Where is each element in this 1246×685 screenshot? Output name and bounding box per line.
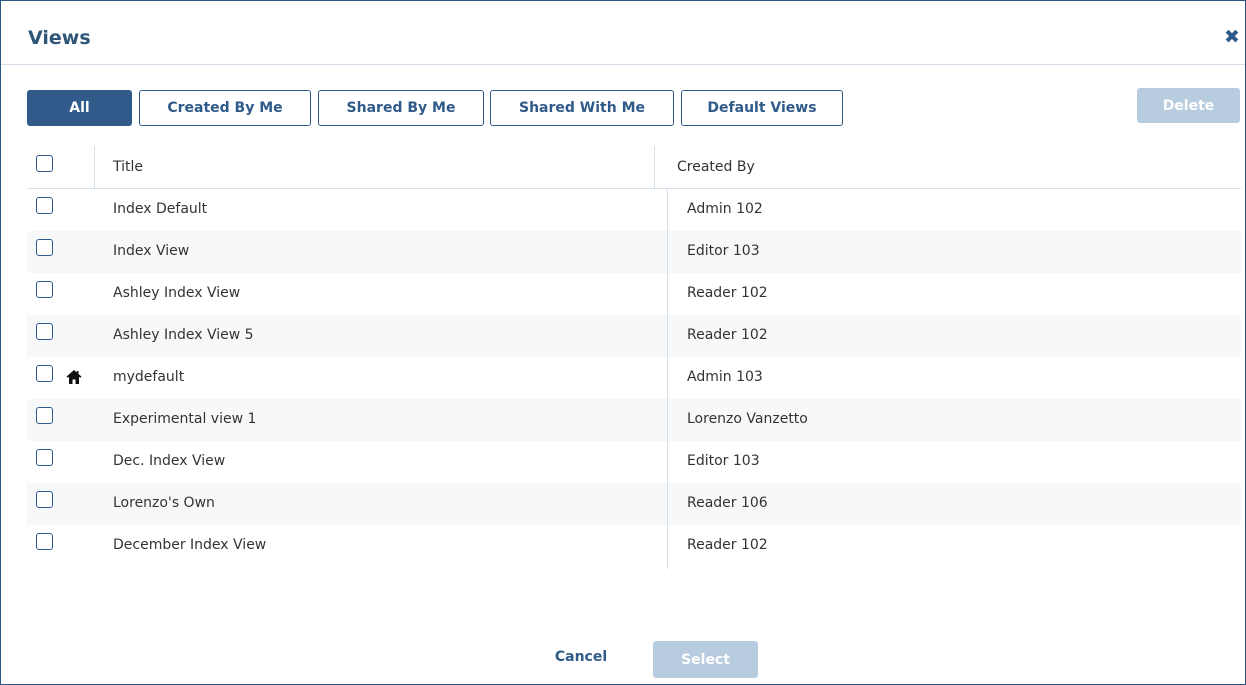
table-row[interactable]: Ashley Index View Reader 102 [27,273,1241,315]
column-header-created-by[interactable]: Created By [677,159,755,175]
table-row[interactable]: mydefault Admin 103 [27,357,1241,399]
views-dialog: Views ✖ All Created By Me Shared By Me S… [0,0,1246,685]
close-icon[interactable]: ✖ [1224,28,1240,47]
table-row[interactable]: Index View Editor 103 [27,231,1241,273]
cell-created-by: Editor 103 [687,453,760,469]
delete-button[interactable]: Delete [1137,88,1240,123]
filter-shared-with-me-button[interactable]: Shared With Me [490,90,674,126]
select-all-checkbox[interactable] [36,155,53,172]
row-checkbox[interactable] [36,449,53,466]
row-checkbox[interactable] [36,491,53,508]
cell-created-by: Reader 102 [687,327,768,343]
cancel-button[interactable]: Cancel [539,649,623,673]
dialog-title: Views [28,27,91,49]
column-header-title[interactable]: Title [113,159,143,175]
table-row[interactable]: Index Default Admin 102 [27,189,1241,231]
filter-created-by-me-button[interactable]: Created By Me [139,90,311,126]
cell-created-by: Editor 103 [687,243,760,259]
table-row[interactable]: Experimental view 1 Lorenzo Vanzetto [27,399,1241,441]
cell-created-by: Lorenzo Vanzetto [687,411,808,427]
cell-title: Dec. Index View [113,453,226,469]
cell-title: Index View [113,243,190,259]
table-row[interactable]: Dec. Index View Editor 103 [27,441,1241,483]
cell-title: Lorenzo's Own [113,495,215,511]
row-checkbox[interactable] [36,239,53,256]
table-row[interactable]: December Index View Reader 102 [27,525,1241,567]
row-checkbox[interactable] [36,533,53,550]
home-icon [66,370,82,384]
views-table: Title Created By Index Default Admin 102… [27,146,1241,567]
cell-title: Experimental view 1 [113,411,257,427]
cell-title: Index Default [113,201,208,217]
cell-created-by: Reader 102 [687,537,768,553]
row-checkbox[interactable] [36,365,53,382]
cell-created-by: Reader 102 [687,285,768,301]
cell-created-by: Reader 106 [687,495,768,511]
row-checkbox[interactable] [36,323,53,340]
dialog-footer: Cancel Select [1,641,1245,681]
column-divider [654,146,655,188]
filter-default-views-button[interactable]: Default Views [681,90,843,126]
row-checkbox[interactable] [36,407,53,424]
cell-title: December Index View [113,537,267,553]
cell-title: mydefault [113,369,185,385]
cell-created-by: Admin 103 [687,369,763,385]
table-header: Title Created By [27,146,1241,189]
filter-shared-by-me-button[interactable]: Shared By Me [318,90,484,126]
cell-title: Ashley Index View 5 [113,327,254,343]
table-row[interactable]: Lorenzo's Own Reader 106 [27,483,1241,525]
table-row[interactable]: Ashley Index View 5 Reader 102 [27,315,1241,357]
row-checkbox[interactable] [36,281,53,298]
dialog-header: Views ✖ [1,1,1245,65]
column-divider [667,189,668,569]
filter-all-button[interactable]: All [27,90,132,126]
cell-title: Ashley Index View [113,285,241,301]
column-divider [94,146,95,188]
row-checkbox[interactable] [36,197,53,214]
cell-created-by: Admin 102 [687,201,763,217]
select-button[interactable]: Select [653,641,758,678]
